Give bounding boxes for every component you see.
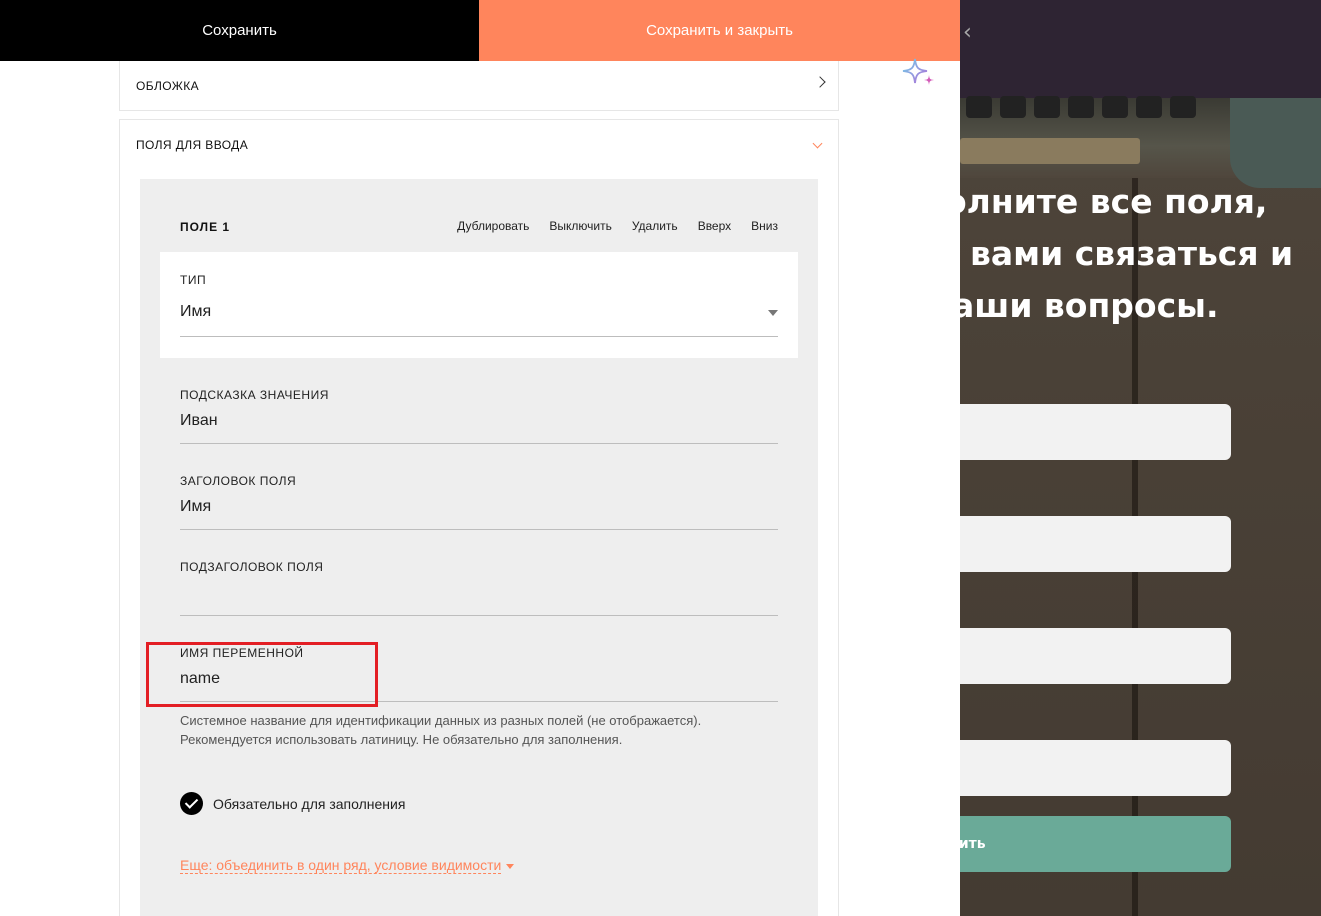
subheading-field[interactable]: ПОДЗАГОЛОВОК ПОЛЯ — [160, 560, 798, 630]
checkmark-icon[interactable] — [180, 792, 203, 815]
type-value[interactable]: Имя — [180, 303, 211, 321]
required-label: Обязательно для заполнения — [213, 795, 406, 812]
save-and-close-label: Сохранить и закрыть — [646, 22, 793, 39]
typewriter-key — [1102, 96, 1128, 118]
placeholder-input[interactable]: Иван — [180, 412, 218, 430]
chevron-right-icon — [814, 76, 826, 88]
required-checkbox[interactable]: Обязательно для заполнения — [180, 792, 405, 815]
preview-input[interactable] — [960, 404, 1231, 460]
subheading-label: ПОДЗАГОЛОВОК ПОЛЯ — [180, 560, 324, 574]
delete-button[interactable]: Удалить — [632, 219, 678, 233]
heading-field[interactable]: ЗАГОЛОВОК ПОЛЯ Имя — [160, 474, 798, 544]
save-button[interactable]: Сохранить — [0, 0, 479, 61]
variable-name-hint: Системное название для идентификации дан… — [180, 711, 780, 749]
disable-button[interactable]: Выключить — [549, 219, 611, 233]
typewriter-key — [1034, 96, 1060, 118]
divider — [180, 529, 778, 530]
divider — [180, 615, 778, 616]
section-cover[interactable]: ОБЛОЖКА — [119, 61, 839, 111]
preview-heading-line: вами связаться и — [970, 234, 1294, 273]
field-title: ПОЛЕ 1 — [180, 220, 231, 234]
typewriter-key — [1136, 96, 1162, 118]
section-fields-title[interactable]: ПОЛЯ ДЛЯ ВВОДА — [136, 138, 248, 152]
hint-line: Системное название для идентификации дан… — [180, 713, 702, 728]
preview-input[interactable] — [960, 516, 1231, 572]
placeholder-label: ПОДСКАЗКА ЗНАЧЕНИЯ — [180, 388, 329, 402]
more-options-link[interactable]: Еще: объединить в один ряд, условие види… — [180, 857, 502, 874]
typewriter-body — [1230, 98, 1321, 188]
section-input-fields: ПОЛЯ ДЛЯ ВВОДА ПОЛЕ 1 Дублировать Выключ… — [119, 119, 839, 916]
preview-heading-line: олните все поля, — [960, 182, 1268, 221]
save-button-label: Сохранить — [202, 22, 277, 39]
chevron-down-icon[interactable] — [812, 138, 823, 149]
typewriter-key — [966, 96, 992, 118]
page-preview: олните все поля, вами связаться и аши во… — [960, 0, 1321, 916]
preview-heading-line: аши вопросы. — [960, 286, 1219, 325]
sparkle-icon[interactable] — [899, 55, 937, 91]
preview-header-bg — [960, 0, 1321, 98]
preview-submit-label: вить — [960, 836, 986, 852]
heading-label: ЗАГОЛОВОК ПОЛЯ — [180, 474, 297, 488]
divider — [180, 336, 778, 337]
collapse-panel-icon[interactable]: ‹ — [963, 20, 972, 45]
typewriter-spacebar — [960, 138, 1140, 164]
save-and-close-button[interactable]: Сохранить и закрыть — [479, 0, 960, 61]
typewriter-key — [1068, 96, 1094, 118]
field-actions: Дублировать Выключить Удалить Вверх Вниз — [457, 219, 778, 233]
heading-input[interactable]: Имя — [180, 498, 211, 516]
preview-input[interactable] — [960, 628, 1231, 684]
preview-input[interactable] — [960, 740, 1231, 796]
caret-down-icon[interactable] — [768, 310, 778, 316]
field-editor: ПОЛЕ 1 Дублировать Выключить Удалить Вве… — [140, 179, 818, 916]
duplicate-button[interactable]: Дублировать — [457, 219, 529, 233]
type-select[interactable]: ТИП Имя — [160, 252, 798, 358]
section-cover-title: ОБЛОЖКА — [136, 79, 200, 93]
move-up-button[interactable]: Вверх — [698, 219, 731, 233]
type-label: ТИП — [180, 273, 207, 287]
placeholder-field[interactable]: ПОДСКАЗКА ЗНАЧЕНИЯ Иван — [160, 388, 798, 458]
hint-line: Рекомендуется использовать латиницу. Не … — [180, 732, 623, 747]
preview-submit-button[interactable]: вить — [960, 816, 1231, 872]
divider — [180, 443, 778, 444]
highlight-box — [146, 642, 378, 707]
typewriter-key — [1170, 96, 1196, 118]
caret-down-icon[interactable] — [506, 864, 514, 869]
typewriter-key — [1000, 96, 1026, 118]
move-down-button[interactable]: Вниз — [751, 219, 778, 233]
